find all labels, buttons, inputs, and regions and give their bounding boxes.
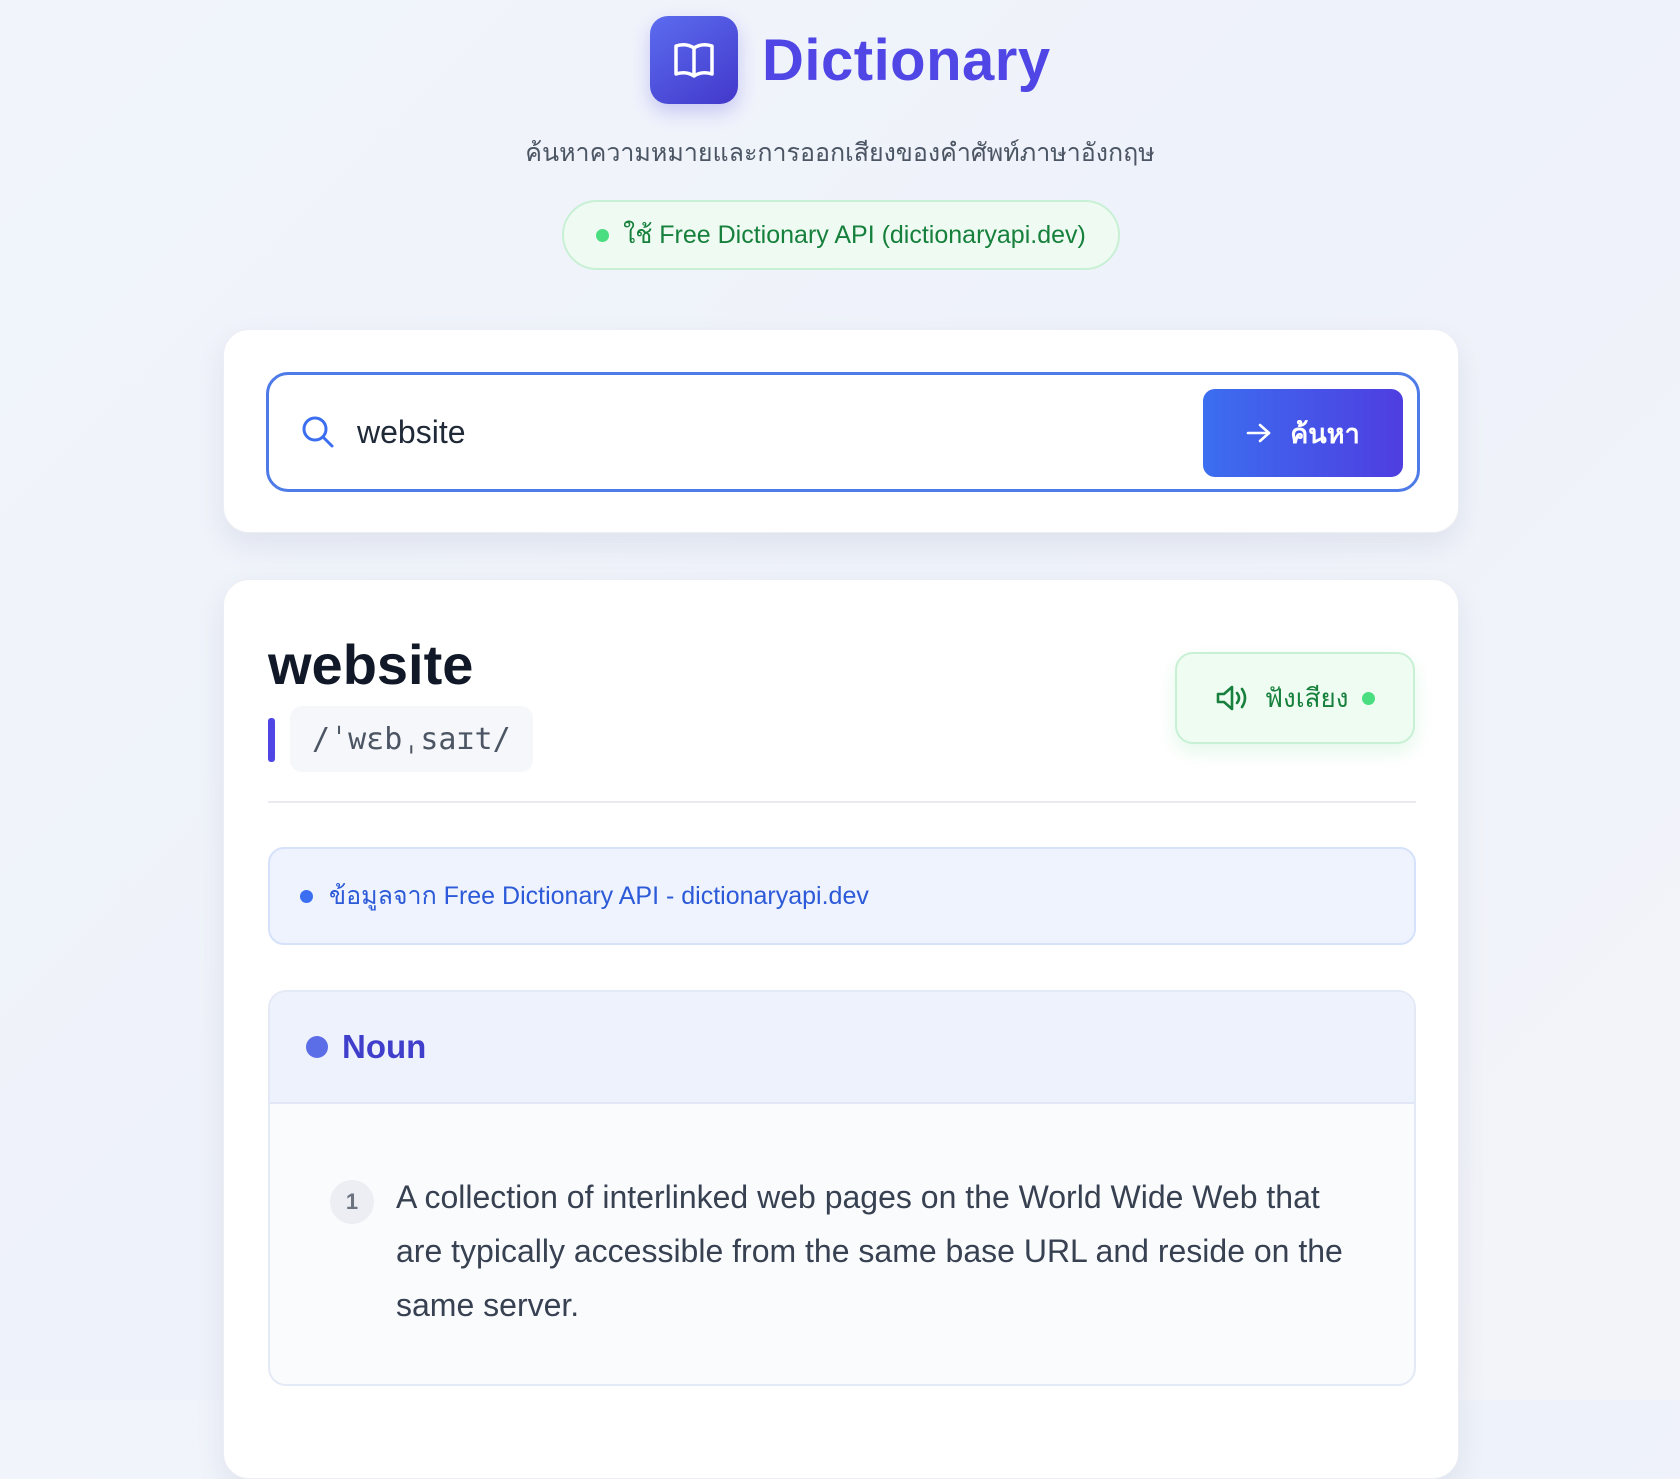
phonetic-text: /ˈwɛbˌsaɪt/ (290, 706, 533, 772)
info-dot-icon (300, 889, 313, 903)
result-card: website /ˈwɛbˌsaɪt/ ฟังเสียง ข้อมูลจาก F… (223, 579, 1459, 1479)
search-button[interactable]: ค้นหา (1203, 389, 1403, 477)
definition-item: 1 A collection of interlinked web pages … (330, 1170, 1346, 1332)
status-dot-icon (596, 228, 610, 242)
api-status-label: ใช้ Free Dictionary API (dictionaryapi.d… (623, 221, 1086, 249)
definition-text: A collection of interlinked web pages on… (396, 1179, 1343, 1323)
meaning-section: Noun 1 A collection of interlinked web p… (268, 990, 1416, 1386)
brand: Dictionary (650, 16, 1051, 104)
search-icon (302, 416, 334, 448)
open-book-icon (674, 42, 714, 78)
source-note-text: ข้อมูลจาก Free Dictionary API - dictiona… (329, 882, 869, 910)
logo (650, 16, 738, 104)
result-word: website (268, 633, 474, 696)
part-of-speech-label: Noun (342, 1028, 427, 1065)
search-card: ค้นหา (223, 329, 1459, 533)
api-status-badge: ใช้ Free Dictionary API (dictionaryapi.d… (562, 200, 1120, 270)
search-input[interactable] (357, 413, 1197, 451)
divider (268, 801, 1416, 803)
audio-status-dot-icon (1362, 691, 1376, 705)
part-of-speech-header: Noun (270, 992, 1414, 1104)
definition-number: 1 (330, 1180, 374, 1224)
phonetic-accent-bar (268, 718, 275, 762)
listen-button-label: ฟังเสียง (1264, 682, 1349, 713)
speaker-icon (1216, 685, 1246, 711)
search-button-label: ค้นหา (1290, 418, 1360, 449)
source-note: ข้อมูลจาก Free Dictionary API - dictiona… (268, 847, 1416, 945)
app-title: Dictionary (762, 27, 1051, 93)
search-box[interactable]: ค้นหา (266, 372, 1420, 492)
arrow-right-icon (1246, 423, 1271, 443)
listen-button[interactable]: ฟังเสียง (1175, 652, 1415, 744)
page-subtitle: ค้นหาความหมายและการออกเสียงของคำศัพท์ภาษ… (525, 139, 1155, 167)
bullet-dot-icon (306, 1036, 328, 1058)
